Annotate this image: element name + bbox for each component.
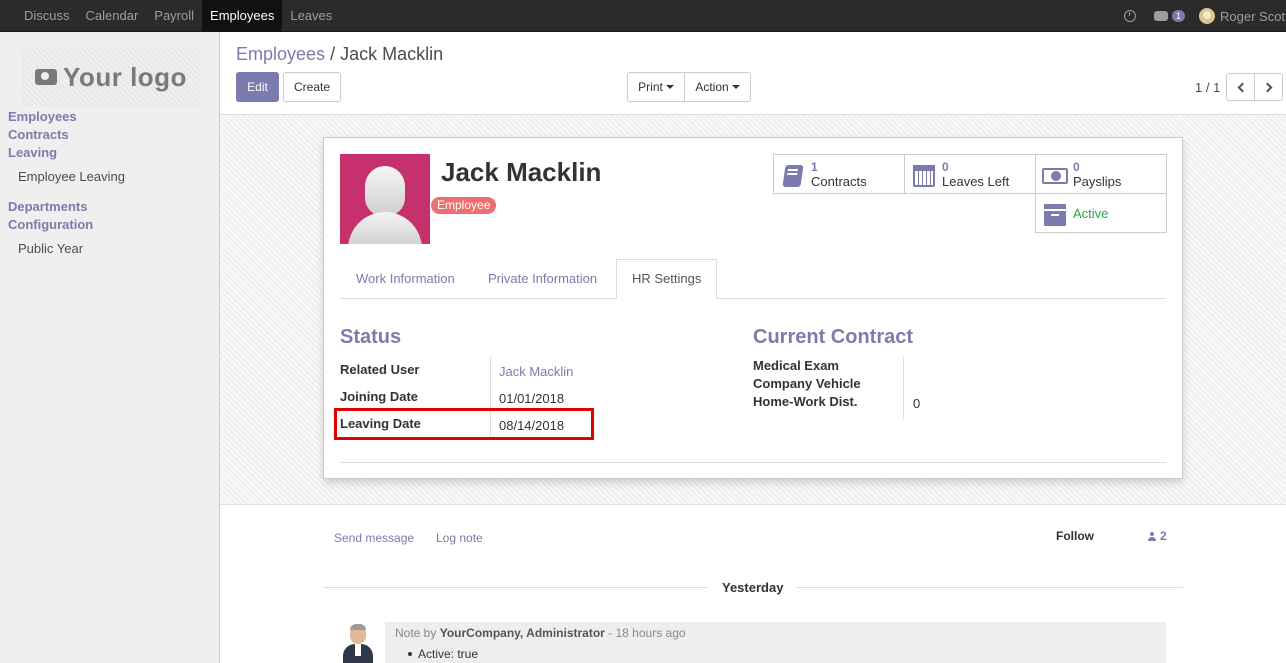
medical-exam-label: Medical Exam (753, 358, 839, 373)
sheet-bottom-divider (340, 462, 1166, 463)
payslips-count: 0 (1073, 160, 1080, 174)
photo-placeholder-head (365, 166, 405, 216)
menu-calendar[interactable]: Calendar (78, 0, 147, 32)
menu-employees[interactable]: Employees (202, 0, 283, 32)
contract-group-title: Current Contract (753, 326, 914, 348)
payslips-label: Payslips (1073, 174, 1122, 189)
employee-name: Jack Macklin (441, 157, 602, 187)
pager-previous-button[interactable] (1226, 73, 1255, 101)
company-vehicle-label: Company Vehicle (753, 376, 861, 391)
breadcrumb-employees[interactable]: Employees (236, 44, 325, 64)
day-divider-right (797, 587, 1183, 588)
avatar-shirt (355, 644, 361, 656)
app-menu: Discuss Calendar Payroll Employees Leave… (16, 0, 340, 32)
author-avatar[interactable] (340, 622, 376, 663)
caret-down-icon (731, 85, 740, 89)
sidebar-item-configuration[interactable]: Configuration (8, 217, 93, 232)
archive-icon (1043, 204, 1067, 226)
breadcrumb-current: Jack Macklin (340, 44, 444, 64)
message-header: Note by YourCompany, Administrator - 18 … (395, 626, 686, 640)
employee-tag[interactable]: Employee (431, 197, 497, 214)
edit-button[interactable]: Edit (236, 72, 279, 102)
leaving-date-highlight (334, 408, 594, 440)
leaves-label: Leaves Left (942, 174, 1010, 189)
create-button[interactable]: Create (283, 72, 341, 102)
company-logo: Your logo (22, 48, 200, 106)
menu-discuss[interactable]: Discuss (16, 0, 78, 32)
tab-work-information[interactable]: Work Information (341, 259, 470, 299)
calendar-icon (913, 165, 935, 187)
day-divider-left (323, 587, 708, 588)
message-time: - 18 hours ago (608, 626, 686, 640)
systray: 1 Roger Scott (1123, 0, 1286, 32)
money-icon (1042, 168, 1068, 184)
leaves-smart-button[interactable]: 0 Leaves Left (904, 154, 1036, 194)
action-dropdown[interactable]: Action (684, 72, 751, 102)
sidebar-item-employee-leaving[interactable]: Employee Leaving (18, 169, 125, 184)
follow-button[interactable]: Follow (1056, 529, 1094, 543)
message-author[interactable]: YourCompany, Administrator (440, 626, 605, 640)
logo-text: Your logo (63, 61, 187, 92)
contracts-label: Contracts (811, 174, 867, 189)
photo-placeholder-body (348, 212, 422, 244)
chat-icon[interactable] (1153, 11, 1168, 21)
print-dropdown[interactable]: Print (627, 72, 685, 102)
pager-next-button[interactable] (1254, 73, 1283, 101)
followers-button[interactable]: 2 (1148, 529, 1167, 543)
sidebar-item-public-year[interactable]: Public Year (18, 241, 83, 256)
chevron-right-icon (1262, 82, 1272, 92)
send-message-button[interactable]: Send message (334, 531, 414, 545)
sidebar-item-departments[interactable]: Departments (8, 199, 87, 214)
related-user-label: Related User (340, 362, 420, 377)
book-icon (782, 165, 804, 187)
joining-date-label: Joining Date (340, 389, 419, 404)
menu-payroll[interactable]: Payroll (146, 0, 202, 32)
sidebar-item-employees[interactable]: Employees (8, 109, 77, 124)
joining-date-value: 01/01/2018 (499, 391, 565, 406)
tabs-divider (340, 298, 1166, 299)
message-tracking-value: Active: true (407, 647, 479, 661)
camera-icon (35, 69, 58, 85)
home-work-distance-label: Home-Work Dist. (753, 394, 858, 409)
menu-leaves[interactable]: Leaves (282, 0, 340, 32)
payslips-smart-button[interactable]: 0 Payslips (1035, 154, 1167, 194)
avatar-hair (350, 624, 366, 630)
print-label: Print (638, 80, 663, 94)
active-label: Active (1073, 206, 1109, 221)
user-avatar[interactable] (1199, 8, 1215, 24)
tab-private-information[interactable]: Private Information (473, 259, 612, 299)
sidebar-item-leaving[interactable]: Leaving (8, 145, 57, 160)
clock-icon[interactable] (1123, 10, 1136, 22)
pager-value[interactable]: 1 / 1 (1195, 80, 1220, 95)
status-group-title: Status (340, 326, 402, 348)
person-icon (1148, 531, 1156, 541)
sidebar-item-contracts[interactable]: Contracts (8, 127, 69, 142)
related-user-value[interactable]: Jack Macklin (499, 364, 573, 379)
top-navbar: Discuss Calendar Payroll Employees Leave… (0, 0, 1286, 32)
log-note-button[interactable]: Log note (436, 531, 483, 545)
caret-down-icon (665, 85, 674, 89)
employee-photo[interactable] (340, 154, 430, 244)
message-prefix: Note by (395, 626, 437, 640)
contract-column-divider (903, 357, 904, 419)
chat-count-badge[interactable]: 1 (1171, 10, 1185, 22)
action-label: Action (695, 80, 729, 94)
contracts-count: 1 (811, 160, 818, 174)
active-toggle-button[interactable]: Active (1035, 193, 1167, 233)
contracts-smart-button[interactable]: 1 Contracts (773, 154, 905, 194)
followers-count: 2 (1160, 529, 1167, 543)
chevron-left-icon (1237, 82, 1247, 92)
day-label: Yesterday (722, 580, 784, 595)
breadcrumb: Employees / Jack Macklin (236, 44, 443, 65)
tab-hr-settings[interactable]: HR Settings (616, 259, 718, 299)
user-menu[interactable]: Roger Scott (1220, 9, 1286, 24)
home-work-distance-value: 0 (913, 396, 921, 411)
leaves-count: 0 (942, 160, 949, 174)
breadcrumb-separator: / (330, 44, 336, 64)
